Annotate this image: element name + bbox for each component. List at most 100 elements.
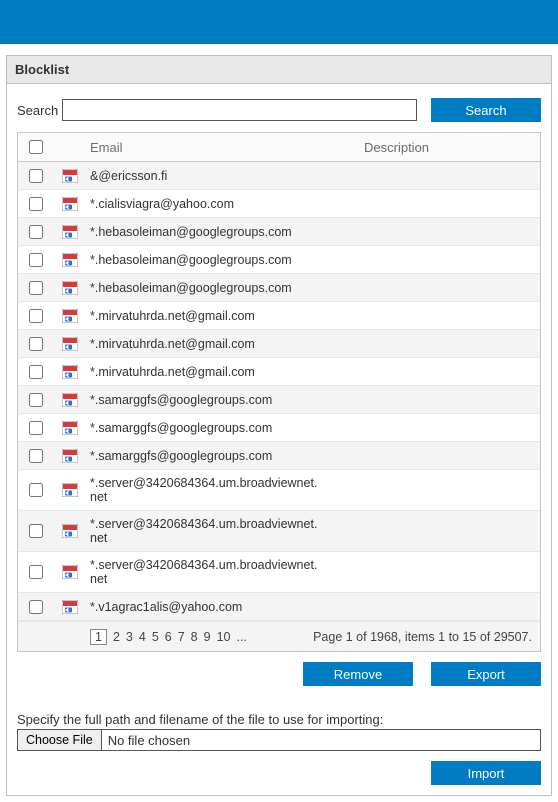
pager-page-1[interactable]: 1 <box>90 629 107 645</box>
pager-page-10[interactable]: 10 <box>217 630 231 644</box>
row-checkbox[interactable] <box>29 309 43 323</box>
row-checkbox[interactable] <box>29 449 43 463</box>
block-entry-icon[interactable] <box>62 365 78 379</box>
search-input[interactable] <box>62 99 417 121</box>
row-email: *.server@3420684364.um.broadviewnet.net <box>86 552 326 592</box>
block-entry-icon[interactable] <box>62 337 78 351</box>
pager-page-4[interactable]: 4 <box>139 630 146 644</box>
row-email: *.v1agrac1alis@yahoo.com <box>86 594 326 620</box>
import-button[interactable]: Import <box>431 761 541 785</box>
grid-actions: Remove Export <box>17 662 541 686</box>
choose-file-button[interactable]: Choose File <box>18 730 102 750</box>
row-checkbox[interactable] <box>29 253 43 267</box>
pager-page-8[interactable]: 8 <box>191 630 198 644</box>
import-actions: Import <box>17 761 541 785</box>
block-entry-icon[interactable] <box>62 197 78 211</box>
table-row: *.samarggfs@googlegroups.com <box>18 442 540 470</box>
row-description <box>326 450 506 462</box>
row-email: *.server@3420684364.um.broadviewnet.net <box>86 470 326 510</box>
block-entry-icon[interactable] <box>62 169 78 183</box>
row-email: *.samarggfs@googlegroups.com <box>86 443 326 469</box>
remove-button[interactable]: Remove <box>303 662 413 686</box>
table-row: *.mirvatuhrda.net@gmail.com <box>18 302 540 330</box>
pager-page-2[interactable]: 2 <box>113 630 120 644</box>
pager-page-3[interactable]: 3 <box>126 630 133 644</box>
row-checkbox[interactable] <box>29 169 43 183</box>
row-checkbox[interactable] <box>29 421 43 435</box>
search-button[interactable]: Search <box>431 98 541 122</box>
panel-body: Search Search Email Description &@ericss… <box>7 84 551 795</box>
pager-page-9[interactable]: 9 <box>204 630 211 644</box>
row-checkbox[interactable] <box>29 600 43 614</box>
block-entry-icon[interactable] <box>62 524 78 538</box>
block-entry-icon[interactable] <box>62 393 78 407</box>
table-row: *.hebasoleiman@googlegroups.com <box>18 218 540 246</box>
export-button[interactable]: Export <box>431 662 541 686</box>
block-entry-icon[interactable] <box>62 483 78 497</box>
pager-page-7[interactable]: 7 <box>178 630 185 644</box>
row-email: *.samarggfs@googlegroups.com <box>86 387 326 413</box>
file-chooser: Choose File No file chosen <box>17 729 541 751</box>
table-row: *.server@3420684364.um.broadviewnet.net <box>18 470 540 511</box>
row-email: *.samarggfs@googlegroups.com <box>86 415 326 441</box>
table-row: *.mirvatuhrda.net@gmail.com <box>18 330 540 358</box>
row-checkbox[interactable] <box>29 393 43 407</box>
import-section: Specify the full path and filename of th… <box>17 712 541 785</box>
block-entry-icon[interactable] <box>62 309 78 323</box>
row-description <box>326 484 506 496</box>
header-checkbox-cell <box>18 140 54 154</box>
row-description <box>326 282 506 294</box>
block-entry-icon[interactable] <box>62 253 78 267</box>
row-description <box>326 338 506 350</box>
row-email: &@ericsson.fi <box>86 163 326 189</box>
row-description <box>326 310 506 322</box>
row-description <box>326 170 506 182</box>
import-caption: Specify the full path and filename of th… <box>17 712 541 727</box>
header-email[interactable]: Email <box>86 140 360 155</box>
table-row: *.server@3420684364.um.broadviewnet.net <box>18 511 540 552</box>
row-description <box>326 525 506 537</box>
row-checkbox[interactable] <box>29 565 43 579</box>
blocklist-grid: Email Description &@ericsson.fi*.cialisv… <box>17 132 541 652</box>
row-email: *.mirvatuhrda.net@gmail.com <box>86 359 326 385</box>
row-description <box>326 226 506 238</box>
table-row: *.cialisviagra@yahoo.com <box>18 190 540 218</box>
row-email: *.mirvatuhrda.net@gmail.com <box>86 303 326 329</box>
block-entry-icon[interactable] <box>62 600 78 614</box>
table-row: *.server@3420684364.um.broadviewnet.net <box>18 552 540 593</box>
grid-header: Email Description <box>18 132 540 162</box>
pager-page-6[interactable]: 6 <box>165 630 172 644</box>
block-entry-icon[interactable] <box>62 449 78 463</box>
pager-more[interactable]: ... <box>236 630 246 644</box>
select-all-checkbox[interactable] <box>29 140 43 154</box>
block-entry-icon[interactable] <box>62 225 78 239</box>
row-checkbox[interactable] <box>29 197 43 211</box>
row-email: *.hebasoleiman@googlegroups.com <box>86 275 326 301</box>
row-email: *.hebasoleiman@googlegroups.com <box>86 247 326 273</box>
header-description[interactable]: Description <box>360 140 540 155</box>
row-description <box>326 422 506 434</box>
table-row: &@ericsson.fi <box>18 162 540 190</box>
row-description <box>326 394 506 406</box>
row-email: *.mirvatuhrda.net@gmail.com <box>86 331 326 357</box>
pager-pages: 123456789 10... <box>86 629 313 645</box>
row-description <box>326 566 506 578</box>
row-checkbox[interactable] <box>29 281 43 295</box>
block-entry-icon[interactable] <box>62 421 78 435</box>
row-checkbox[interactable] <box>29 225 43 239</box>
row-description <box>326 254 506 266</box>
app-topbar <box>0 0 558 44</box>
row-checkbox[interactable] <box>29 365 43 379</box>
row-checkbox[interactable] <box>29 483 43 497</box>
panel-title: Blocklist <box>7 56 551 84</box>
row-checkbox[interactable] <box>29 524 43 538</box>
pager-status: Page 1 of 1968, items 1 to 15 of 29507. <box>313 630 540 644</box>
pager-page-5[interactable]: 5 <box>152 630 159 644</box>
search-label: Search <box>17 103 58 118</box>
row-checkbox[interactable] <box>29 337 43 351</box>
blocklist-panel: Blocklist Search Search Email Descriptio… <box>6 55 552 796</box>
chosen-file-label: No file chosen <box>102 730 540 750</box>
block-entry-icon[interactable] <box>62 281 78 295</box>
table-row: *.hebasoleiman@googlegroups.com <box>18 246 540 274</box>
block-entry-icon[interactable] <box>62 565 78 579</box>
